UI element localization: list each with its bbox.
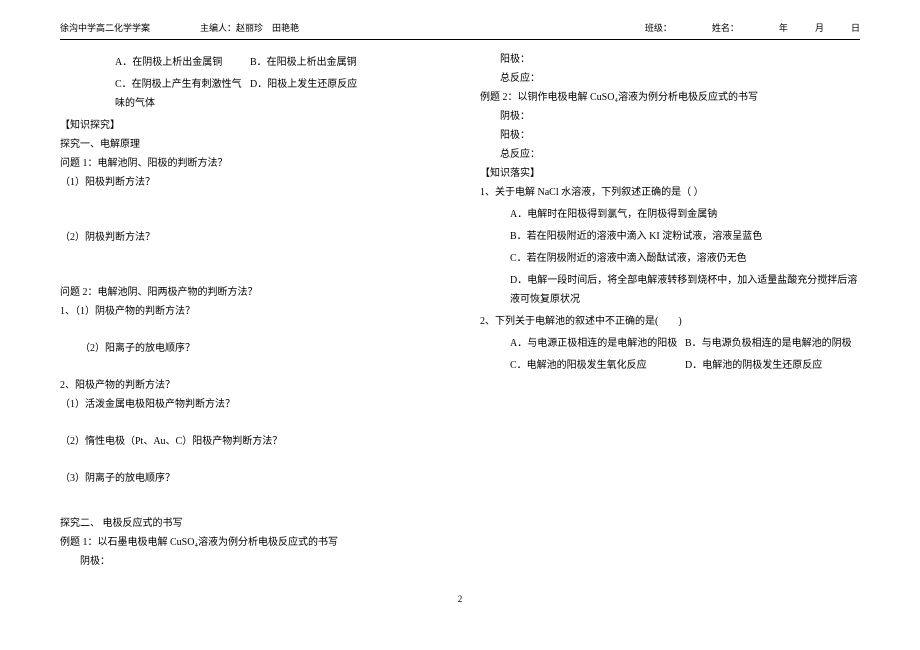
practice1-stem: 1、关于电解 NaCl 水溶液，下列叙述正确的是（ ）	[480, 183, 860, 202]
content-columns: A．在阴极上析出金属铜 B．在阳极上析出金属铜 C．在阴极上产生有刺激性气味的气…	[60, 50, 860, 571]
problem1-title: 问题 1：电解池阴、阳极的判断方法？	[60, 154, 440, 173]
q1-options-ab: A．在阴极上析出金属铜 B．在阳极上析出金属铜	[60, 53, 440, 72]
ex1-total: 总反应：	[480, 69, 860, 88]
q1-options-cd: C．在阴极上产生有刺激性气味的气体 D．阳极上发生还原反应	[60, 75, 440, 113]
section-practice-heading: 【知识落实】	[480, 164, 860, 183]
ex2-total: 总反应：	[480, 145, 860, 164]
section-inquiry-heading: 【知识探究】	[60, 116, 440, 135]
problem2-sub2c: （3）阴离子的放电顺序？	[60, 469, 440, 488]
practice2-opt-d: D．电解池的阴极发生还原反应	[685, 356, 860, 375]
problem2-title: 问题 2：电解池阴、阳两极产物的判断方法？	[60, 283, 440, 302]
problem1-sub2: （2）阴极判断方法？	[60, 228, 440, 247]
ex2-cathode: 阴极：	[480, 107, 860, 126]
page-number: 2	[60, 591, 860, 608]
inquiry2-title: 探究二、 电极反应式的书写	[60, 514, 440, 533]
q1-opt-c: C．在阴极上产生有刺激性气味的气体	[60, 75, 250, 113]
ex1-cathode: 阴极：	[60, 552, 440, 571]
practice2-stem: 2、下列关于电解池的叙述中不正确的是( )	[480, 312, 860, 331]
problem2-sub1b: （2）阳离子的放电顺序？	[60, 339, 440, 358]
problem2-sub2a: （1）活泼金属电极阳极产物判断方法？	[60, 395, 440, 414]
practice2-opt-b: B．与电源负极相连的是电解池的阴极	[685, 334, 860, 353]
q1-opt-a: A．在阴极上析出金属铜	[60, 53, 250, 72]
class-field: 班级：	[645, 20, 672, 37]
school-name: 徐沟中学高二化学学案	[60, 20, 150, 37]
practice1-opt-d: D．电解一段时间后，将全部电解液转移到烧杯中，加入适量盐酸充分搅拌后溶液可恢复原…	[510, 271, 860, 309]
ex1-anode: 阳极：	[480, 50, 860, 69]
q1-opt-d: D．阳极上发生还原反应	[250, 75, 440, 113]
date-field: 年 月 日	[779, 20, 860, 37]
q1-opt-b: B．在阳极上析出金属铜	[250, 53, 440, 72]
name-field: 姓名：	[712, 20, 739, 37]
practice1-opt-b: B．若在阳极附近的溶液中滴入 KI 淀粉试液，溶液呈蓝色	[510, 227, 762, 246]
inquiry1-title: 探究一、电解原理	[60, 135, 440, 154]
problem2-sub1: 1、（1）阴极产物的判断方法？	[60, 302, 440, 321]
editor-info: 主编人：赵丽珍 田艳艳	[200, 20, 299, 37]
practice1-opt-a: A．电解时在阳极得到氯气，在阴极得到金属钠	[510, 205, 717, 224]
ex2-anode: 阳极：	[480, 126, 860, 145]
practice2-opt-c: C．电解池的阳极发生氧化反应	[510, 356, 685, 375]
problem2-sub2: 2、阳极产物的判断方法？	[60, 376, 440, 395]
page-header: 徐沟中学高二化学学案 主编人：赵丽珍 田艳艳 班级： 姓名： 年 月 日	[60, 20, 860, 40]
problem2-sub2b: （2）惰性电极（Pt、Au、C）阳极产物判断方法？	[60, 432, 440, 451]
practice1-opt-c: C．若在阴极附近的溶液中滴入酚酞试液，溶液仍无色	[510, 249, 747, 268]
practice2-opt-a: A．与电源正极相连的是电解池的阳极	[510, 334, 685, 353]
example2-title: 例题 2：以铜作电极电解 CuSO₄溶液为例分析电极反应式的书写	[480, 88, 860, 107]
left-column: A．在阴极上析出金属铜 B．在阳极上析出金属铜 C．在阴极上产生有刺激性气味的气…	[60, 50, 440, 571]
right-column: 阳极： 总反应： 例题 2：以铜作电极电解 CuSO₄溶液为例分析电极反应式的书…	[480, 50, 860, 571]
problem1-sub1: （1）阳极判断方法？	[60, 173, 440, 192]
example1-title: 例题 1：以石墨电极电解 CuSO₄溶液为例分析电极反应式的书写	[60, 533, 440, 552]
